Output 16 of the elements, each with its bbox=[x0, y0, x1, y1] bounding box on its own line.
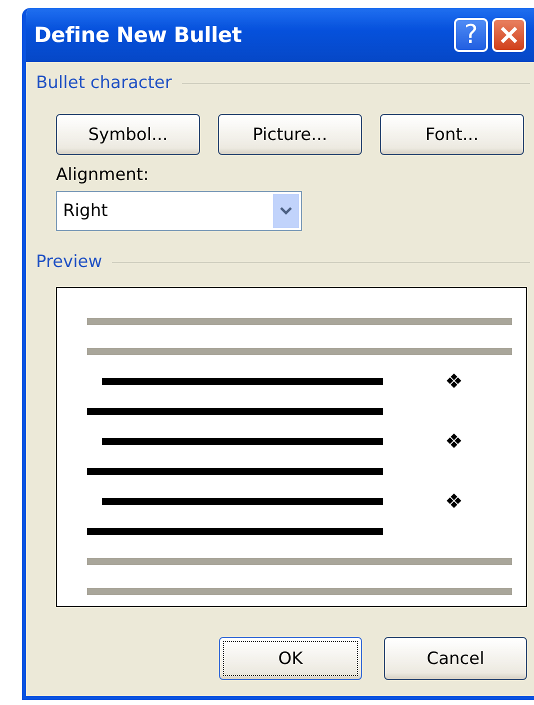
alignment-dropdown[interactable]: Right bbox=[56, 191, 302, 231]
group-heading: Preview bbox=[36, 252, 102, 272]
group-heading: Bullet character bbox=[36, 73, 172, 93]
alignment-label: Alignment: bbox=[56, 165, 150, 185]
close-button[interactable] bbox=[492, 18, 526, 52]
close-icon bbox=[498, 24, 520, 46]
dialog-button[interactable]: Symbol... bbox=[56, 114, 200, 155]
bullet-symbol: ❖ bbox=[445, 489, 463, 513]
help-button[interactable]: ? bbox=[454, 18, 488, 52]
bullet-symbol: ❖ bbox=[445, 369, 463, 393]
bullet-symbol: ❖ bbox=[445, 429, 463, 453]
dialog-button[interactable]: Font... bbox=[380, 114, 524, 155]
dialog-button[interactable]: Cancel bbox=[384, 637, 527, 680]
dialog-button[interactable]: Picture... bbox=[218, 114, 362, 155]
dialog-button[interactable]: OK bbox=[219, 637, 362, 680]
window-title: Define New Bullet bbox=[34, 23, 242, 47]
